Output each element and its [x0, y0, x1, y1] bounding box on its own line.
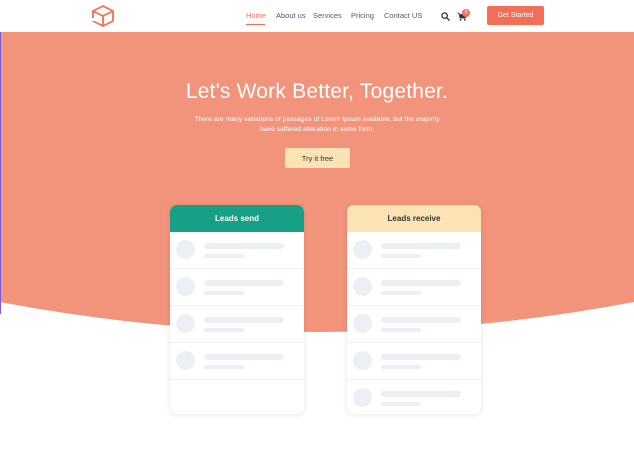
nav-services[interactable]: Services	[313, 11, 342, 20]
leads-receive-card: Leads receive	[347, 205, 481, 414]
list-item[interactable]	[170, 306, 304, 343]
text-placeholder	[381, 365, 421, 369]
avatar	[353, 240, 372, 259]
text-placeholder	[381, 317, 461, 323]
list-item[interactable]	[170, 232, 304, 269]
text-placeholder	[381, 328, 421, 332]
text-placeholder	[381, 391, 461, 397]
text-placeholder	[381, 243, 461, 249]
avatar	[353, 351, 372, 370]
hero-subtitle: There are many variations of passages of…	[194, 116, 440, 133]
text-placeholder	[381, 291, 421, 295]
nav-about[interactable]: About us	[276, 11, 306, 20]
text-placeholder	[204, 254, 244, 258]
avatar	[353, 277, 372, 296]
list-item[interactable]	[347, 343, 481, 380]
text-placeholder	[204, 291, 244, 295]
text-placeholder	[381, 254, 421, 258]
nav-active-underline	[246, 24, 265, 25]
text-placeholder	[204, 365, 244, 369]
list-item[interactable]	[347, 232, 481, 269]
text-placeholder	[381, 280, 461, 286]
avatar	[353, 388, 372, 407]
page-left-edge	[0, 32, 1, 314]
cart-count-badge: 0	[462, 9, 470, 17]
avatar	[176, 240, 195, 259]
text-placeholder	[204, 317, 284, 323]
hero-background	[0, 32, 634, 332]
get-started-button[interactable]: Get Started	[487, 6, 544, 25]
list-item[interactable]	[170, 343, 304, 380]
top-navbar: Home About us Services Pricing Contact U…	[0, 0, 634, 32]
hero-title: Let's Work Better, Together.	[185, 80, 449, 103]
list-item[interactable]	[347, 380, 481, 414]
leads-receive-header: Leads receive	[347, 205, 481, 232]
text-placeholder	[381, 354, 461, 360]
avatar	[176, 351, 195, 370]
text-placeholder	[204, 328, 244, 332]
search-icon[interactable]	[441, 12, 450, 21]
list-item[interactable]	[347, 306, 481, 343]
text-placeholder	[204, 354, 284, 360]
text-placeholder	[204, 243, 284, 249]
try-free-button[interactable]: Try it free	[285, 148, 350, 168]
nav-home[interactable]: Home	[246, 11, 266, 20]
nav-pricing[interactable]: Pricing	[351, 11, 374, 20]
list-item[interactable]	[170, 269, 304, 306]
nav-contact[interactable]: Contact US	[384, 11, 422, 20]
text-placeholder	[204, 280, 284, 286]
text-placeholder	[381, 402, 421, 406]
leads-send-card: Leads send	[170, 205, 304, 414]
leads-send-header: Leads send	[170, 205, 304, 232]
avatar	[176, 277, 195, 296]
logo-icon[interactable]	[90, 4, 116, 28]
list-item[interactable]	[347, 269, 481, 306]
avatar	[176, 314, 195, 333]
avatar	[353, 314, 372, 333]
